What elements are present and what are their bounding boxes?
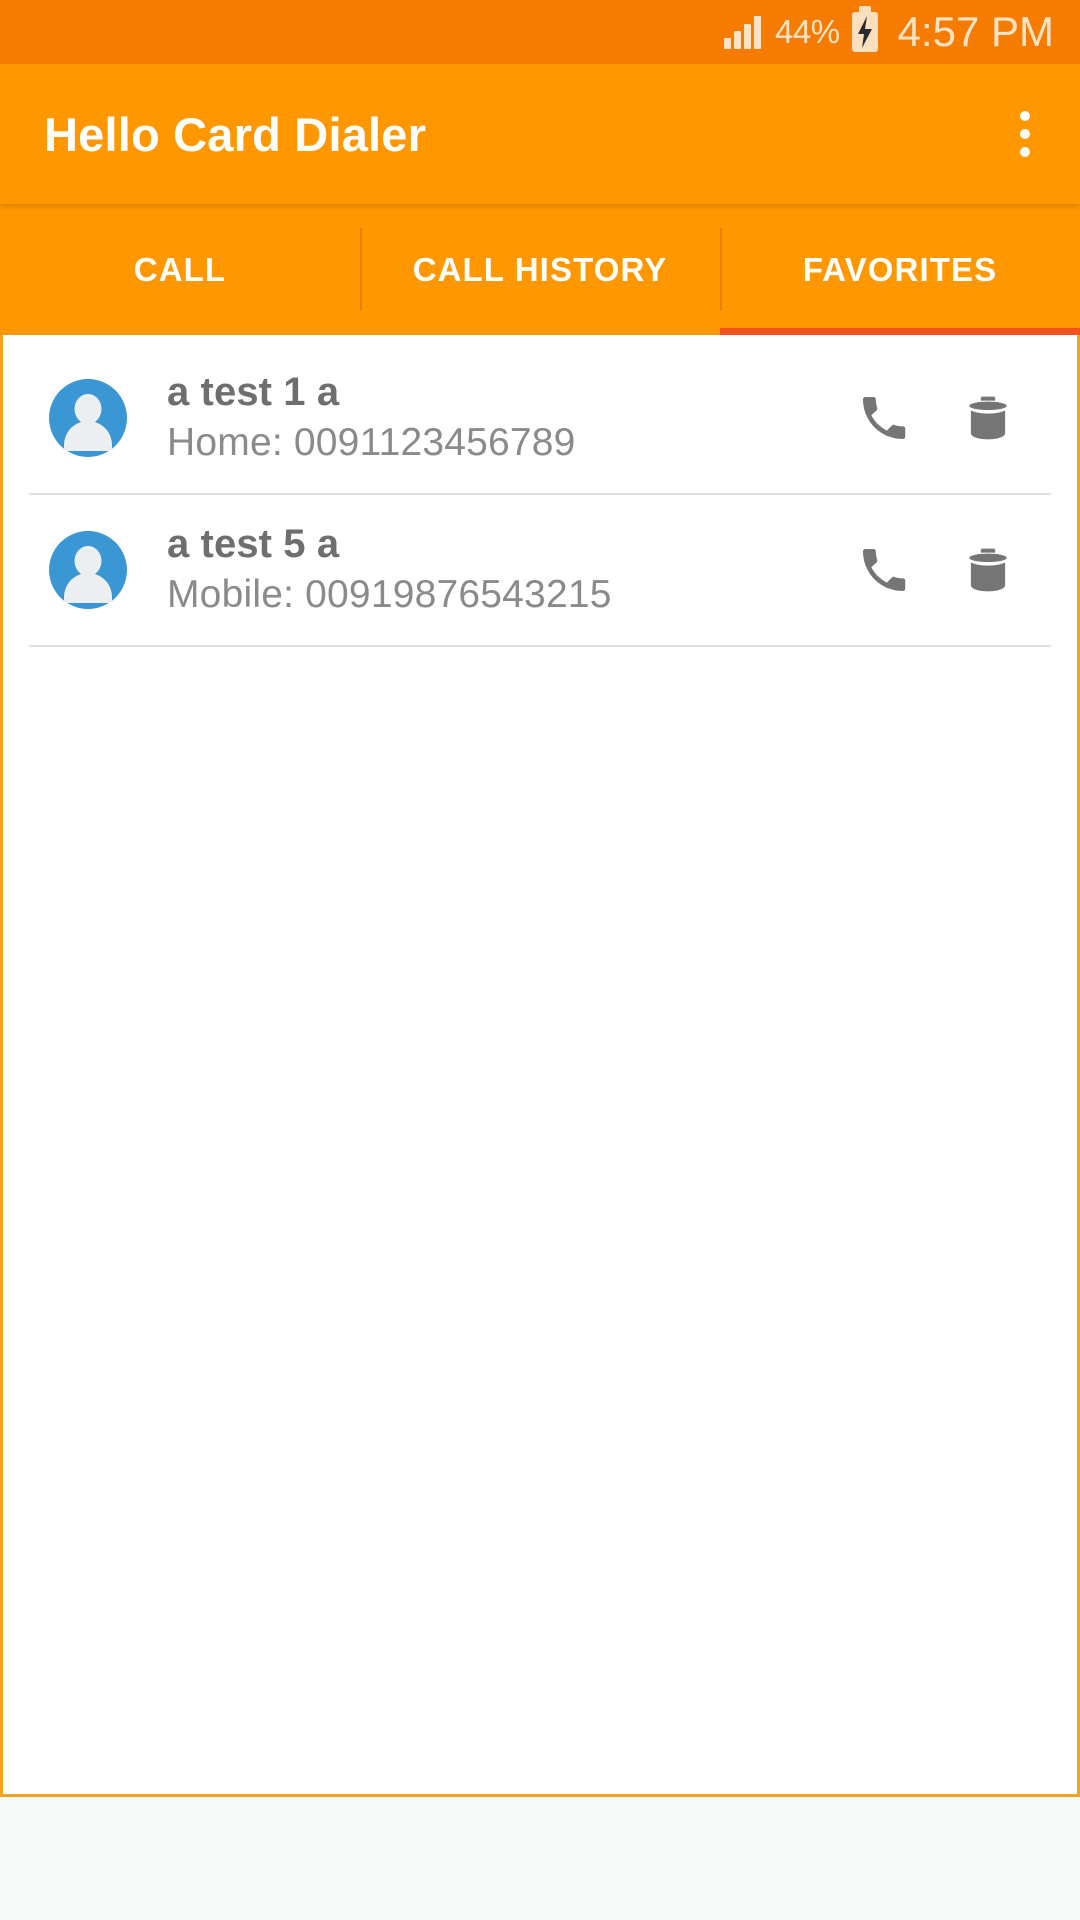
bottom-area: [0, 1797, 1080, 1920]
contact-number: Mobile: 00919876543215: [167, 573, 612, 617]
tab-favorites-label: FAVORITES: [802, 250, 998, 288]
app-screen: 44% 4:57 PM Hello Card Dialer CALL CALL …: [0, 0, 1080, 1920]
favorites-list: a test 1 a Home: 0091123456789 a test 5 …: [3, 335, 1077, 647]
tab-call[interactable]: CALL: [0, 204, 360, 335]
contact-number: Home: 0091123456789: [167, 421, 576, 465]
row-actions: [853, 539, 1077, 601]
tab-call-history-label: CALL HISTORY: [412, 250, 668, 288]
status-bar: 44% 4:57 PM: [0, 0, 1080, 64]
page-title: Hello Card Dialer: [44, 107, 427, 161]
battery-charging-icon: [851, 6, 878, 52]
tab-call-label: CALL: [133, 250, 227, 288]
contact-name: a test 1 a: [167, 370, 340, 414]
contact-info: a test 1 a Home: 0091123456789: [127, 369, 853, 467]
overflow-menu-icon[interactable]: [1008, 97, 1042, 171]
contact-name: a test 5 a: [167, 522, 340, 566]
tab-active-indicator: [720, 328, 1080, 335]
favorites-panel: a test 1 a Home: 0091123456789 a test 5 …: [0, 335, 1080, 1797]
contact-info: a test 5 a Mobile: 00919876543215: [127, 521, 853, 619]
signal-bars-icon: [724, 15, 762, 49]
phone-icon[interactable]: [853, 539, 915, 601]
battery-percent-label: 44%: [775, 13, 840, 50]
tab-bar: CALL CALL HISTORY FAVORITES: [0, 204, 1080, 335]
row-actions: [853, 387, 1077, 449]
list-item[interactable]: a test 5 a Mobile: 00919876543215: [3, 495, 1077, 645]
person-avatar-icon: [49, 379, 127, 457]
list-item[interactable]: a test 1 a Home: 0091123456789: [3, 343, 1077, 493]
list-divider: [29, 645, 1051, 647]
app-bar: Hello Card Dialer: [0, 64, 1080, 204]
phone-icon[interactable]: [853, 387, 915, 449]
clock-label: 4:57 PM: [897, 8, 1054, 55]
tab-call-history[interactable]: CALL HISTORY: [360, 204, 720, 335]
tab-favorites[interactable]: FAVORITES: [720, 204, 1080, 335]
person-avatar-icon: [49, 531, 127, 609]
trash-icon[interactable]: [957, 539, 1019, 601]
trash-icon[interactable]: [957, 387, 1019, 449]
